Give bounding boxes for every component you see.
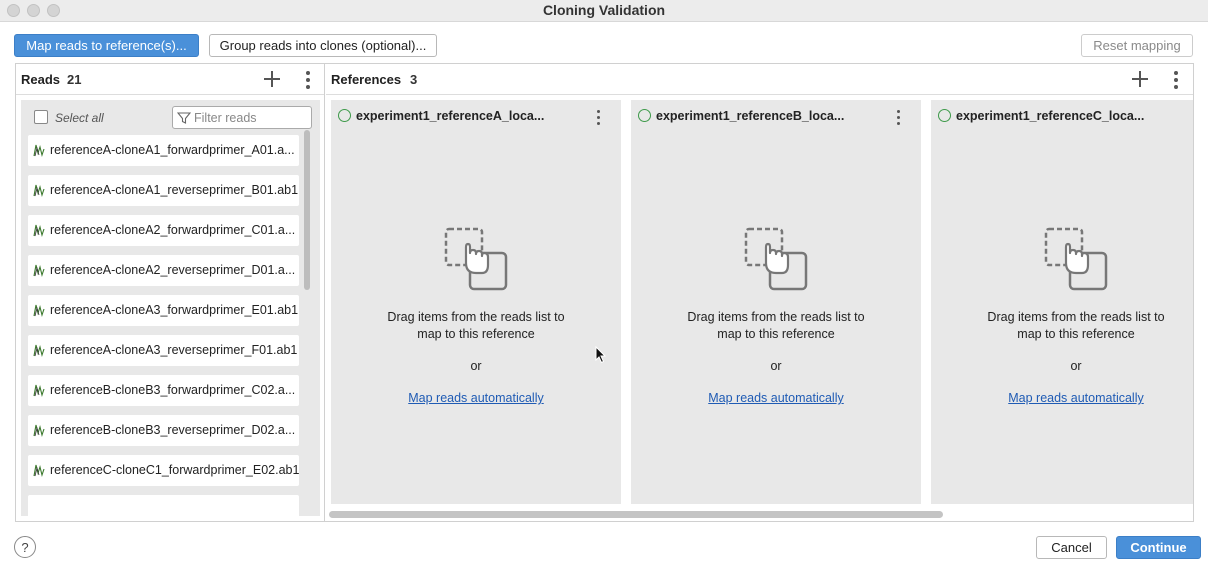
drag-drop-icon bbox=[444, 227, 508, 291]
reference-kebab-menu-icon[interactable] bbox=[595, 108, 603, 126]
references-horizontal-scrollbar[interactable] bbox=[329, 511, 943, 518]
read-list-item-partial[interactable] bbox=[28, 495, 299, 516]
help-button[interactable]: ? bbox=[14, 536, 36, 558]
read-list-item[interactable]: referenceC-cloneC1_forwardprimer_E02.ab1 bbox=[28, 455, 299, 486]
read-label: referenceA-cloneA3_reverseprimer_F01.ab1 bbox=[50, 343, 298, 357]
status-circle-icon bbox=[938, 109, 951, 122]
reference-card[interactable]: experiment1_referenceC_loca... Drag item… bbox=[931, 100, 1193, 504]
group-reads-button[interactable]: Group reads into clones (optional)... bbox=[209, 34, 437, 57]
read-trace-icon bbox=[33, 184, 45, 197]
read-trace-icon bbox=[33, 264, 45, 277]
filter-reads-input[interactable] bbox=[194, 110, 309, 126]
reads-count: 21 bbox=[67, 72, 82, 87]
status-circle-icon bbox=[638, 109, 651, 122]
read-trace-icon bbox=[33, 344, 45, 357]
drag-text-line1: Drag items from the reads list to bbox=[987, 310, 1165, 324]
reference-card[interactable]: experiment1_referenceA_loca... Drag item… bbox=[331, 100, 621, 504]
read-label: referenceA-cloneA2_forwardprimer_C01.a..… bbox=[50, 223, 296, 237]
reads-vertical-scrollbar[interactable] bbox=[304, 130, 310, 290]
drag-text-line2: map to this reference bbox=[717, 327, 835, 341]
map-reads-automatically-link[interactable]: Map reads automatically bbox=[331, 391, 621, 405]
read-list-item[interactable]: referenceA-cloneA3_forwardprimer_E01.ab1 bbox=[28, 295, 299, 326]
read-trace-icon bbox=[33, 144, 45, 157]
reads-kebab-menu-icon[interactable] bbox=[304, 70, 312, 90]
drag-drop-icon bbox=[1044, 227, 1108, 291]
read-list-item[interactable]: referenceA-cloneA1_forwardprimer_A01.a..… bbox=[28, 135, 299, 166]
add-read-plus-icon[interactable] bbox=[262, 69, 282, 89]
read-trace-icon bbox=[33, 464, 45, 477]
reference-kebab-menu-icon[interactable] bbox=[895, 108, 903, 126]
read-label: referenceA-cloneA2_reverseprimer_D01.a..… bbox=[50, 263, 296, 277]
read-list-item[interactable]: referenceA-cloneA1_reverseprimer_B01.ab1 bbox=[28, 175, 299, 206]
references-list-area: experiment1_referenceA_loca... Drag item… bbox=[329, 100, 1193, 504]
map-reads-automatically-link[interactable]: Map reads automatically bbox=[931, 391, 1193, 405]
read-list-item[interactable]: referenceA-cloneA2_reverseprimer_D01.a..… bbox=[28, 255, 299, 286]
read-label: referenceC-cloneC1_forwardprimer_E02.ab1 bbox=[50, 463, 300, 477]
select-all-label: Select all bbox=[55, 111, 104, 125]
drag-drop-icon bbox=[744, 227, 808, 291]
filter-reads-box[interactable] bbox=[172, 106, 312, 129]
read-list-item[interactable]: referenceA-cloneA2_forwardprimer_C01.a..… bbox=[28, 215, 299, 246]
read-trace-icon bbox=[33, 224, 45, 237]
read-label: referenceA-cloneA1_forwardprimer_A01.a..… bbox=[50, 143, 295, 157]
reads-list-area: Select all referenceA-cloneA1_forwardpri… bbox=[21, 100, 320, 516]
read-label: referenceA-cloneA1_reverseprimer_B01.ab1 bbox=[50, 183, 299, 197]
reset-mapping-button[interactable]: Reset mapping bbox=[1081, 34, 1193, 57]
read-list-item[interactable]: referenceA-cloneA3_reverseprimer_F01.ab1 bbox=[28, 335, 299, 366]
or-label: or bbox=[470, 359, 482, 373]
drag-text-line2: map to this reference bbox=[1017, 327, 1135, 341]
map-reads-automatically-link[interactable]: Map reads automatically bbox=[631, 391, 921, 405]
references-panel: References 3 experiment1_referenceA_loca… bbox=[326, 64, 1193, 521]
read-list-item[interactable]: referenceB-cloneB3_reverseprimer_D02.a..… bbox=[28, 415, 299, 446]
map-reads-button[interactable]: Map reads to reference(s)... bbox=[14, 34, 199, 57]
read-trace-icon bbox=[33, 424, 45, 437]
drag-text-line1: Drag items from the reads list to bbox=[387, 310, 565, 324]
help-icon: ? bbox=[21, 539, 29, 555]
reference-name: experiment1_referenceB_loca... bbox=[656, 109, 845, 123]
read-list-item[interactable]: referenceB-cloneB3_forwardprimer_C02.a..… bbox=[28, 375, 299, 406]
mouse-cursor-icon bbox=[595, 346, 607, 364]
reference-card[interactable]: experiment1_referenceB_loca... Drag item… bbox=[631, 100, 921, 504]
read-label: referenceB-cloneB3_forwardprimer_C02.a..… bbox=[50, 383, 296, 397]
drag-instructions: Drag items from the reads list to map to… bbox=[351, 309, 601, 343]
read-trace-icon bbox=[33, 384, 45, 397]
drag-text-line2: map to this reference bbox=[417, 327, 535, 341]
or-label: or bbox=[1070, 359, 1082, 373]
cancel-button[interactable]: Cancel bbox=[1036, 536, 1107, 559]
references-title: References bbox=[331, 72, 402, 87]
read-label: referenceB-cloneB3_reverseprimer_D02.a..… bbox=[50, 423, 296, 437]
drag-instructions: Drag items from the reads list to map to… bbox=[651, 309, 901, 343]
continue-button[interactable]: Continue bbox=[1116, 536, 1201, 559]
references-header: References 3 bbox=[326, 64, 1193, 95]
reference-name: experiment1_referenceA_loca... bbox=[356, 109, 545, 123]
references-count: 3 bbox=[410, 72, 418, 87]
filter-icon bbox=[177, 112, 191, 124]
reads-title: Reads bbox=[21, 72, 61, 87]
reference-name: experiment1_referenceC_loca... bbox=[956, 109, 1145, 123]
or-label: or bbox=[770, 359, 782, 373]
drag-text-line1: Drag items from the reads list to bbox=[687, 310, 865, 324]
drag-instructions: Drag items from the reads list to map to… bbox=[951, 309, 1193, 343]
select-all-checkbox[interactable] bbox=[34, 110, 48, 124]
add-reference-plus-icon[interactable] bbox=[1130, 69, 1150, 89]
references-kebab-menu-icon[interactable] bbox=[1172, 70, 1180, 90]
status-circle-icon bbox=[338, 109, 351, 122]
read-trace-icon bbox=[33, 304, 45, 317]
title-bar: Cloning Validation bbox=[0, 0, 1208, 22]
window-title: Cloning Validation bbox=[542, 2, 666, 18]
main-frame: Reads 21 Select all referenceA-cloneA1_f… bbox=[15, 63, 1194, 522]
read-label: referenceA-cloneA3_forwardprimer_E01.ab1 bbox=[50, 303, 299, 317]
reads-panel: Reads 21 Select all referenceA-cloneA1_f… bbox=[16, 64, 325, 521]
reads-header: Reads 21 bbox=[16, 64, 324, 95]
